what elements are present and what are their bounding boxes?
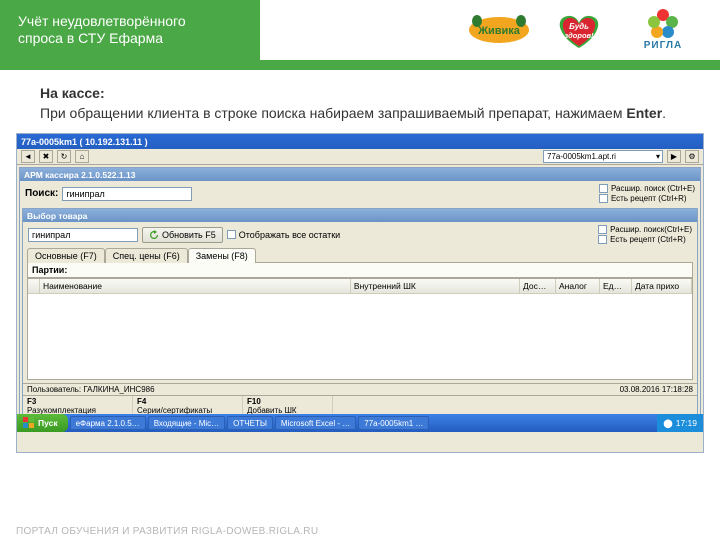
chk-has-recipe[interactable]: Есть рецепт (Ctrl+R)	[599, 194, 695, 203]
datetime-status: 03.08.2016 17:18:28	[620, 385, 693, 394]
system-tray[interactable]: ⬤ 17:19	[657, 414, 703, 432]
tray-icon: ⬤	[663, 418, 673, 429]
period: .	[662, 105, 666, 121]
windows-taskbar: Пуск еФарма 2.1.0.5… Входящие - Mic… ОТЧ…	[17, 414, 703, 432]
logo-zhivika: Живика	[464, 9, 534, 51]
chk-recipe2[interactable]: Есть рецепт (Ctrl+R)	[598, 235, 692, 244]
logos-area: Живика Будь здоров! РИГЛА	[260, 0, 720, 60]
tab-osnovnye[interactable]: Основные (F7)	[27, 248, 105, 263]
col-name[interactable]: Наименование	[40, 279, 351, 293]
svg-text:Будь: Будь	[569, 22, 589, 31]
main-window-titlebar: 77a-0005km1 ( 10.192.131.11 )	[17, 134, 703, 149]
fn-f10[interactable]: F10Добавить ШК	[243, 396, 333, 415]
lead-bold: На кассе:	[40, 85, 105, 101]
arm-titlebar: АРМ кассира 2.1.0.522.1.13	[20, 168, 700, 181]
col-doc[interactable]: Дос…	[520, 279, 556, 293]
instruction-text: На кассе: При обращении клиента в строке…	[0, 70, 720, 133]
enter-key: Enter	[626, 105, 662, 121]
task-item-1[interactable]: Входящие - Mic…	[148, 416, 225, 430]
chk-expand2[interactable]: Расшир. поиск(Ctrl+E)	[598, 225, 692, 234]
col-date[interactable]: Дата прихо	[632, 279, 692, 293]
fn-f3[interactable]: F3Разукомплектация	[23, 396, 133, 415]
user-status: Пользователь: ГАЛКИНА_ИНС986	[27, 385, 155, 394]
address-dropdown[interactable]: 77a-0005km1.apt.ri	[543, 150, 663, 163]
col-analog[interactable]: Аналог	[556, 279, 600, 293]
arm-window: АРМ кассира 2.1.0.522.1.13 Поиск: гинипр…	[19, 167, 701, 431]
col-inner-bc[interactable]: Внутренний ШК	[351, 279, 520, 293]
windows-icon	[23, 417, 35, 429]
logo-rigla-text: РИГЛА	[644, 40, 683, 51]
results-grid[interactable]: Наименование Внутренний ШК Дос… Аналог Е…	[27, 278, 693, 380]
search-label: Поиск:	[25, 188, 58, 199]
nav-refresh-icon[interactable]: ↻	[57, 150, 71, 163]
start-button[interactable]: Пуск	[17, 414, 68, 432]
slide-header: Учёт неудовлетворённого спроса в СТУ Ефа…	[0, 0, 720, 60]
chk-expand-search[interactable]: Расшир. поиск (Ctrl+E)	[599, 184, 695, 193]
footer-portal-text: ПОРТАЛ ОБУЧЕНИЯ И РАЗВИТИЯ RIGLA-DOWEB.R…	[16, 526, 318, 537]
green-ruler	[0, 60, 720, 70]
tray-time: 17:19	[676, 418, 697, 428]
vybor-titlebar: Выбор товара	[23, 209, 697, 222]
col-unit[interactable]: Ед…	[600, 279, 632, 293]
search-input[interactable]: гинипрал	[62, 187, 192, 201]
logo-rigla: РИГЛА	[624, 9, 702, 51]
slide-title-block: Учёт неудовлетворённого спроса в СТУ Ефа…	[0, 0, 260, 60]
nav-back-icon[interactable]: ◄	[21, 150, 35, 163]
refresh-icon	[149, 230, 159, 240]
task-item-2[interactable]: ОТЧЕТЫ	[227, 416, 273, 430]
fn-row-top: F3Разукомплектация F4Серии/сертификаты F…	[23, 395, 697, 415]
svg-text:здоров!: здоров!	[564, 31, 594, 40]
toolbar-row: ◄ ✖ ↻ ⌂ 77a-0005km1.apt.ri ▶ ⚙	[17, 149, 703, 165]
body-text: При обращении клиента в строке поиска на…	[40, 105, 622, 121]
slide-title-2: спроса в СТУ Ефарма	[18, 30, 246, 48]
vybor-search-input[interactable]: гинипрал	[28, 228, 138, 242]
nav-stop-icon[interactable]: ✖	[39, 150, 53, 163]
refresh-button[interactable]: Обновить F5	[142, 227, 223, 243]
fn-f4[interactable]: F4Серии/сертификаты	[133, 396, 243, 415]
svg-text:Живика: Живика	[477, 25, 521, 37]
tab-zameny[interactable]: Замены (F8)	[188, 248, 256, 263]
chk-show-all[interactable]: Отображать все остатки	[227, 230, 340, 240]
tab-spec-ceny[interactable]: Спец. цены (F6)	[105, 248, 188, 263]
app-screenshot: 77a-0005km1 ( 10.192.131.11 ) ◄ ✖ ↻ ⌂ 77…	[16, 133, 704, 453]
grid-header: Наименование Внутренний ШК Дос… Аналог Е…	[28, 279, 692, 294]
slide-title-1: Учёт неудовлетворённого	[18, 13, 246, 31]
nav-home-icon[interactable]: ⌂	[75, 150, 89, 163]
main-window-title: 77a-0005km1 ( 10.192.131.11 )	[21, 137, 148, 147]
task-item-3[interactable]: Microsoft Excel - …	[275, 416, 356, 430]
tabs: Основные (F7) Спец. цены (F6) Замены (F8…	[23, 247, 697, 262]
tool-icon[interactable]: ⚙	[685, 150, 699, 163]
go-icon[interactable]: ▶	[667, 150, 681, 163]
logo-bud-zdorov: Будь здоров!	[548, 9, 610, 51]
status-bar: Пользователь: ГАЛКИНА_ИНС986 03.08.2016 …	[23, 383, 697, 395]
vybor-toolbar: гинипрал Обновить F5 Отображать все оста…	[23, 222, 697, 247]
task-item-0[interactable]: еФарма 2.1.0.5…	[70, 416, 146, 430]
vybor-window: Выбор товара гинипрал Обновить F5 Отобра…	[22, 208, 698, 430]
task-item-4[interactable]: 77a-0005km1 …	[358, 416, 429, 430]
partii-label: Партии:	[27, 262, 693, 278]
arm-search-row: Поиск: гинипрал Расшир. поиск (Ctrl+E) Е…	[20, 181, 700, 206]
